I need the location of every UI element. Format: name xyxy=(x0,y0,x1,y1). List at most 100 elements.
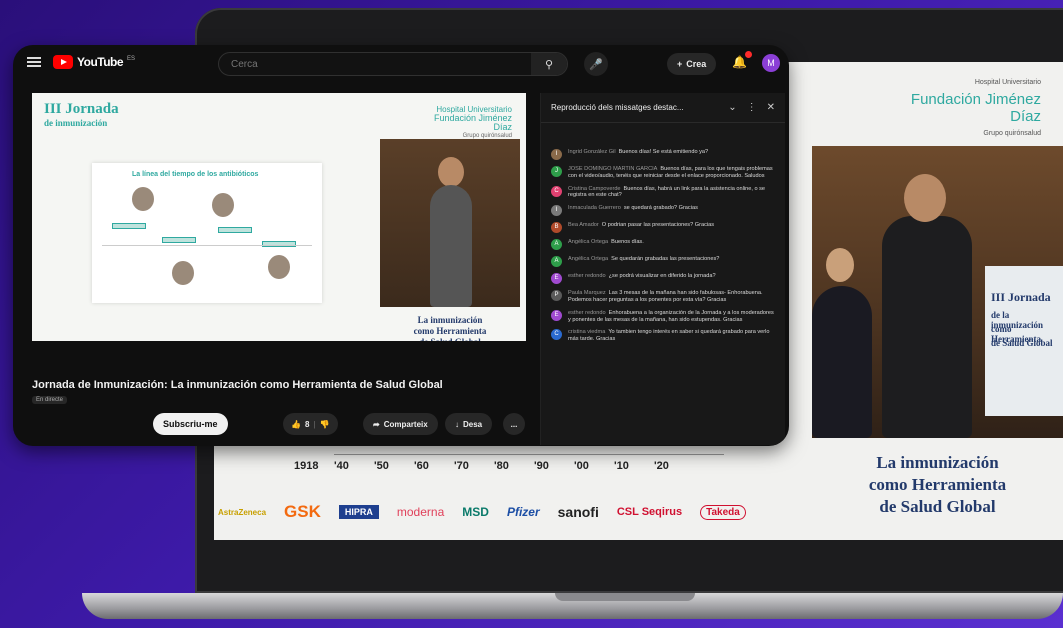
share-icon: ➦ xyxy=(373,419,380,429)
chevron-down-icon[interactable]: ⌄ xyxy=(728,102,736,113)
timeline-year: '40 xyxy=(334,460,349,472)
chat-text: Buenos días. xyxy=(611,239,644,246)
share-button[interactable]: ➦ Comparteix xyxy=(363,413,438,435)
chat-avatar[interactable]: J xyxy=(551,166,562,177)
portrait-image xyxy=(172,261,194,285)
chat-avatar[interactable]: B xyxy=(551,222,562,234)
thumbs-down-icon[interactable]: 👎 xyxy=(320,420,330,429)
sponsor-csl: CSL Seqirus xyxy=(616,506,683,518)
slide-caption: La inmunización como Herramienta de Salu… xyxy=(812,452,1063,518)
search-icon[interactable]: ⚲ xyxy=(531,53,567,75)
chat-author: esther redondo xyxy=(568,309,606,316)
timeline-year: 1918 xyxy=(294,460,319,472)
chat-message-body: JOSE DOMINGO MARTIN GARCIA Buenos días, p… xyxy=(568,166,777,180)
chat-message-body: Ingrid González Gil Buenos días! Se está … xyxy=(568,149,708,160)
chat-author: Angélica Ortega xyxy=(568,239,609,246)
live-chat-panel: Reproducció dels missatges destac... ⌄ ⋮… xyxy=(540,93,785,445)
search-bar: ⚲ xyxy=(218,52,568,76)
youtube-logo[interactable]: YouTube ES xyxy=(53,55,135,69)
chat-message: Eesther redondo ¿se podrá visualizar en d… xyxy=(551,273,777,285)
timeline-node xyxy=(112,223,146,229)
live-chip: En directe xyxy=(32,396,68,404)
like-dislike-group: 👍 8 | 👎 xyxy=(283,413,338,435)
search-input[interactable] xyxy=(219,53,531,75)
sponsor-logos: AstraZeneca GSK HIPRA moderna MSD Pfizer… xyxy=(218,502,808,522)
chat-messages: I Ingrid González Gil Buenos días! Se está… xyxy=(541,123,785,343)
antibiotics-timeline-card: La línea del tiempo de los antibióticos xyxy=(92,163,322,303)
chat-avatar[interactable]: E xyxy=(551,273,562,285)
save-button[interactable]: ↓ Desa xyxy=(445,413,493,435)
youtube-window: YouTube ES ⚲ 🎤 + Crea 🔔 M III Jornada de… xyxy=(13,45,789,446)
caption-line: como Herramienta xyxy=(413,326,487,336)
more-vert-icon[interactable]: ⋮ xyxy=(747,102,757,113)
hospital-logo: Hospital Universitario Fundación Jiménez… xyxy=(881,74,1041,142)
timeline-year: '90 xyxy=(534,460,549,472)
chat-message: B Bea Amador O podrian pasar las presentac… xyxy=(551,222,777,234)
chat-author: Angélica Ortega xyxy=(568,256,609,263)
sponsor-pfizer: Pfizer xyxy=(506,505,540,519)
sponsor-msd: MSD xyxy=(462,505,489,519)
create-button[interactable]: + Crea xyxy=(667,53,717,75)
subscribe-button[interactable]: Subscriu-me xyxy=(153,413,228,435)
banner-line: III Jornada xyxy=(991,290,1051,304)
slide-logo-name: Fundación Jiménez Díaz xyxy=(433,113,512,132)
slide-title-line2: de inmunización xyxy=(44,118,108,128)
caption-line: de Salud Global xyxy=(380,337,520,341)
chat-mode-select[interactable]: Reproducció dels missatges destac... xyxy=(551,103,718,112)
close-icon[interactable]: ✕ xyxy=(767,102,775,113)
thumbs-up-icon[interactable]: 👍 xyxy=(291,420,301,429)
chat-text: ¿se podrá visualizar en diferido la jorn… xyxy=(608,273,716,280)
chat-avatar[interactable]: E xyxy=(551,309,562,321)
timeline-year: '20 xyxy=(654,460,669,472)
timeline-year: '50 xyxy=(374,460,389,472)
card-title: La línea del tiempo de los antibióticos xyxy=(132,171,259,178)
chat-message-body: cristina viedma Yo tambien tengo interés … xyxy=(568,329,777,343)
chat-avatar[interactable]: A xyxy=(551,239,562,251)
chat-author: Cristina Campoverde xyxy=(568,185,621,192)
chat-text: Se quedarán grabadas las presentaciones? xyxy=(611,256,720,263)
laptop-notch xyxy=(555,593,695,601)
banner-line: de Salud Global xyxy=(991,338,1053,348)
chat-avatar[interactable]: A xyxy=(551,256,562,268)
youtube-wordmark: YouTube xyxy=(77,55,124,69)
video-title: Jornada de Inmunización: La inmunización… xyxy=(32,379,443,391)
timeline-axis: 1918 '40 '50 '60 '70 '80 '90 '00 '10 '20 xyxy=(294,454,724,472)
mic-icon[interactable]: 🎤 xyxy=(584,52,608,76)
speaker-head xyxy=(438,157,464,187)
video-player[interactable]: III Jornada de inmunización Hospital Uni… xyxy=(32,93,526,341)
chat-message: A Angélica Ortega Se quedarán grabadas las… xyxy=(551,256,777,268)
chat-message-body: Bea Amador O podrian pasar las presentaci… xyxy=(568,222,714,233)
logo-small-text: Hospital Universitario xyxy=(974,79,1041,86)
speaker-person xyxy=(882,216,972,438)
chat-avatar[interactable]: P xyxy=(551,290,562,302)
chat-header: Reproducció dels missatges destac... ⌄ ⋮… xyxy=(541,93,785,123)
chat-avatar[interactable]: I xyxy=(551,149,562,160)
sponsor-gsk: GSK xyxy=(284,502,321,521)
bell-icon[interactable]: 🔔 xyxy=(732,51,752,69)
more-actions-button[interactable]: ... xyxy=(503,413,525,435)
notification-dot xyxy=(744,51,752,58)
logo-name: Fundación Jiménez Díaz xyxy=(910,91,1041,125)
avatar[interactable]: M xyxy=(762,54,780,72)
chat-author: Inmaculada Guerrero xyxy=(568,205,621,212)
chat-message: P Paula Marquez Las 3 mesas de la mañana h… xyxy=(551,290,777,304)
chat-author: Bea Amador xyxy=(568,222,599,229)
video-actions: Subscriu-me 👍 8 | 👎 ➦ Comparteix ↓ Desa … xyxy=(153,413,533,435)
hamburger-icon[interactable] xyxy=(27,57,41,67)
chat-avatar[interactable]: C xyxy=(551,185,562,197)
country-code: ES xyxy=(127,56,136,62)
chat-avatar[interactable]: C xyxy=(551,329,562,341)
chat-message: C Cristina Campoverde Buenos días, habrá u… xyxy=(551,185,777,200)
timeline-year: '60 xyxy=(414,460,429,472)
card-axis xyxy=(102,245,312,246)
chat-author: Paula Marquez xyxy=(568,290,606,297)
event-banner: III Jornada de la inmunización como Herr… xyxy=(985,266,1063,416)
sponsor-takeda: Takeda xyxy=(700,504,746,520)
chat-avatar[interactable]: I xyxy=(551,205,562,217)
portrait-image xyxy=(268,255,290,279)
sponsor-sanofi: sanofi xyxy=(557,504,599,520)
youtube-play-icon xyxy=(53,55,73,69)
timeline-year: '70 xyxy=(454,460,469,472)
caption-line: La inmunización xyxy=(417,315,483,325)
portrait-image xyxy=(212,193,234,217)
